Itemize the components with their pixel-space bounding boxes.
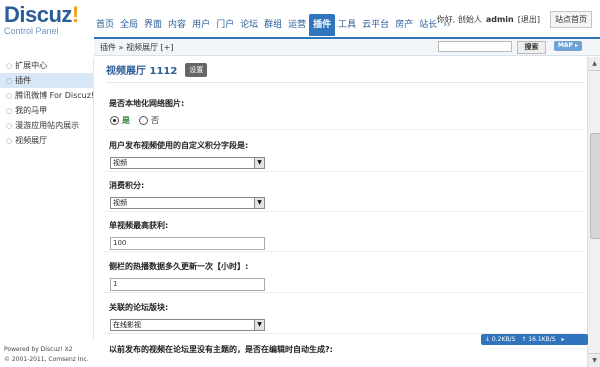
bullet-icon: ○ — [6, 122, 13, 130]
field-localize-images: 是否本地化网络图片: 是 否 — [104, 93, 584, 130]
main-content: 视频展厅 1112 设置 是否本地化网络图片: 是 否 用户发布视频使用的自定义… — [95, 57, 587, 367]
search-input[interactable] — [438, 41, 512, 52]
nav-home[interactable]: 首页 — [93, 14, 117, 36]
field-label: 侧栏的热播数据多久更新一次【小时】: — [109, 262, 249, 271]
plugin-header: 视频展厅 1112 设置 — [106, 62, 208, 77]
discuz-logo[interactable]: Discuz! Control Panel — [4, 2, 88, 37]
download-speed: ↓ 0.2KB/S — [485, 336, 516, 343]
logo-main-text: Discuz — [4, 2, 72, 27]
site-home-button[interactable]: 站点首页 — [550, 11, 592, 28]
sidebar-item-label: 腾讯微博 For Discuz! — [15, 91, 93, 100]
bullet-icon: ○ — [6, 107, 13, 115]
max-profit-input[interactable]: 100 — [110, 237, 265, 250]
nav-groups[interactable]: 群组 — [261, 14, 285, 36]
radio-no-label: 否 — [151, 116, 159, 125]
sidebar-item-extensions[interactable]: ○ 扩展中心 — [0, 58, 93, 73]
plugin-title: 视频展厅 1112 — [106, 66, 178, 77]
username: admin — [485, 15, 514, 24]
field-forum-board: 关联的论坛版块: 在线影视 ▼ — [104, 297, 584, 334]
hot-update-input[interactable]: 1 — [110, 278, 265, 291]
user-area: 你好, 创始人 admin [退出] 站点首页 — [437, 11, 592, 28]
field-credit-field: 用户发布视频使用的自定义积分字段是: 视频 ▼ — [104, 135, 584, 172]
nav-global[interactable]: 全局 — [117, 14, 141, 36]
bullet-icon: ○ — [6, 92, 13, 100]
sidebar-item-label: 我的马甲 — [15, 106, 48, 115]
nav-forum[interactable]: 论坛 — [237, 14, 261, 36]
greeting: 你好, 创始人 — [436, 15, 482, 24]
logo-bang: ! — [71, 2, 79, 27]
forum-board-select[interactable]: 在线影视 ▼ — [110, 319, 265, 331]
sidebar-item-label: 漫游应用帖内展示 — [15, 121, 80, 130]
footer-powered: Powered by Discuz! X2 — [4, 346, 73, 353]
dropdown-arrow-icon: ▼ — [254, 198, 264, 208]
sidebar-item-vest[interactable]: ○ 我的马甲 — [0, 103, 93, 118]
map-button[interactable]: MAP ▸ — [554, 41, 582, 51]
nav-cloud[interactable]: 云平台 — [359, 14, 392, 36]
field-max-profit: 单视频最高获利: 100 — [104, 215, 584, 252]
upload-speed: ↑ 16.1KB/S — [521, 336, 556, 343]
footer: Powered by Discuz! X2 © 2001-2011, Comse… — [4, 345, 94, 365]
nav-content[interactable]: 内容 — [165, 14, 189, 36]
nav-users[interactable]: 用户 — [189, 14, 213, 36]
field-label: 用户发布视频使用的自定义积分字段是: — [109, 141, 249, 150]
net-speed-widget: ↓ 0.2KB/S ↑ 16.1KB/S ▸ — [481, 334, 588, 345]
settings-tab[interactable]: 设置 — [185, 62, 208, 77]
field-label: 是否本地化网络图片: — [109, 99, 185, 108]
select-value: 视频 — [113, 199, 127, 207]
radio-yes-label: 是 — [122, 116, 130, 125]
radio-no[interactable] — [139, 116, 148, 125]
select-value: 视频 — [113, 159, 127, 167]
logout-link[interactable]: [退出] — [518, 14, 540, 25]
field-label: 以前发布的视频在论坛里没有主题的，是否在编辑时自动生成?: — [109, 345, 333, 354]
sidebar-item-plugins[interactable]: ○ 插件 — [0, 73, 93, 88]
sidebar-item-tencent-weibo[interactable]: ○ 腾讯微博 For Discuz! — [0, 88, 93, 103]
radio-yes[interactable] — [110, 116, 119, 125]
nav-realestate[interactable]: 房产 — [392, 14, 416, 36]
scroll-up-icon[interactable]: ▲ — [588, 57, 600, 71]
field-label: 单视频最高获利: — [109, 221, 169, 230]
field-hot-update: 侧栏的热播数据多久更新一次【小时】: 1 — [104, 256, 584, 293]
bullet-icon: ○ — [6, 77, 13, 85]
logo-subtitle: Control Panel — [4, 26, 59, 36]
consume-credit-select[interactable]: 视频 ▼ — [110, 197, 265, 209]
credit-field-select[interactable]: 视频 ▼ — [110, 157, 265, 169]
main-nav: 首页 全局 界面 内容 用户 门户 论坛 群组 运营 插件 工具 云平台 房产 … — [93, 10, 453, 36]
vertical-scrollbar[interactable]: ▲ ▼ — [587, 57, 600, 367]
radio-group: 是 否 — [110, 115, 159, 126]
dropdown-arrow-icon: ▼ — [254, 320, 264, 330]
dropdown-arrow-icon: ▼ — [254, 158, 264, 168]
header: Discuz! Control Panel 首页 全局 界面 内容 用户 门户 … — [0, 0, 600, 37]
bullet-icon: ○ — [6, 62, 13, 70]
sidebar: ○ 扩展中心 ○ 插件 ○ 腾讯微博 For Discuz! ○ 我的马甲 ○ 漫游应用帖… — [0, 58, 94, 340]
footer-copyright: © 2001-2011, Comsenz Inc. — [4, 356, 89, 363]
bullet-icon: ○ — [6, 137, 13, 145]
nav-portal[interactable]: 门户 — [213, 14, 237, 36]
scroll-thumb[interactable] — [590, 133, 600, 239]
breadcrumb[interactable]: 插件 » 视频展厅 [+] — [100, 42, 173, 53]
sidebar-item-label: 扩展中心 — [15, 61, 48, 70]
field-label: 关联的论坛版块: — [109, 303, 169, 312]
field-consume-credit: 消费积分: 视频 ▼ — [104, 175, 584, 212]
sidebar-item-label: 视频展厅 — [15, 136, 48, 145]
search-button[interactable]: 搜索 — [517, 41, 546, 54]
nav-operations[interactable]: 运营 — [285, 14, 309, 36]
select-value: 在线影视 — [113, 321, 141, 329]
sidebar-item-video-hall[interactable]: ○ 视频展厅 — [0, 133, 93, 148]
nav-interface[interactable]: 界面 — [141, 14, 165, 36]
nav-plugins[interactable]: 插件 — [309, 14, 336, 36]
divider — [106, 82, 584, 83]
sub-bar: 插件 » 视频展厅 [+] 搜索 MAP ▸ — [94, 37, 600, 56]
chevron-right-icon[interactable]: ▸ — [562, 334, 565, 345]
sidebar-item-label: 插件 — [15, 76, 32, 85]
scroll-down-icon[interactable]: ▼ — [588, 353, 600, 367]
nav-tools[interactable]: 工具 — [335, 14, 359, 36]
sidebar-item-manyou-apps[interactable]: ○ 漫游应用帖内展示 — [0, 118, 93, 133]
field-label: 消费积分: — [109, 181, 145, 190]
